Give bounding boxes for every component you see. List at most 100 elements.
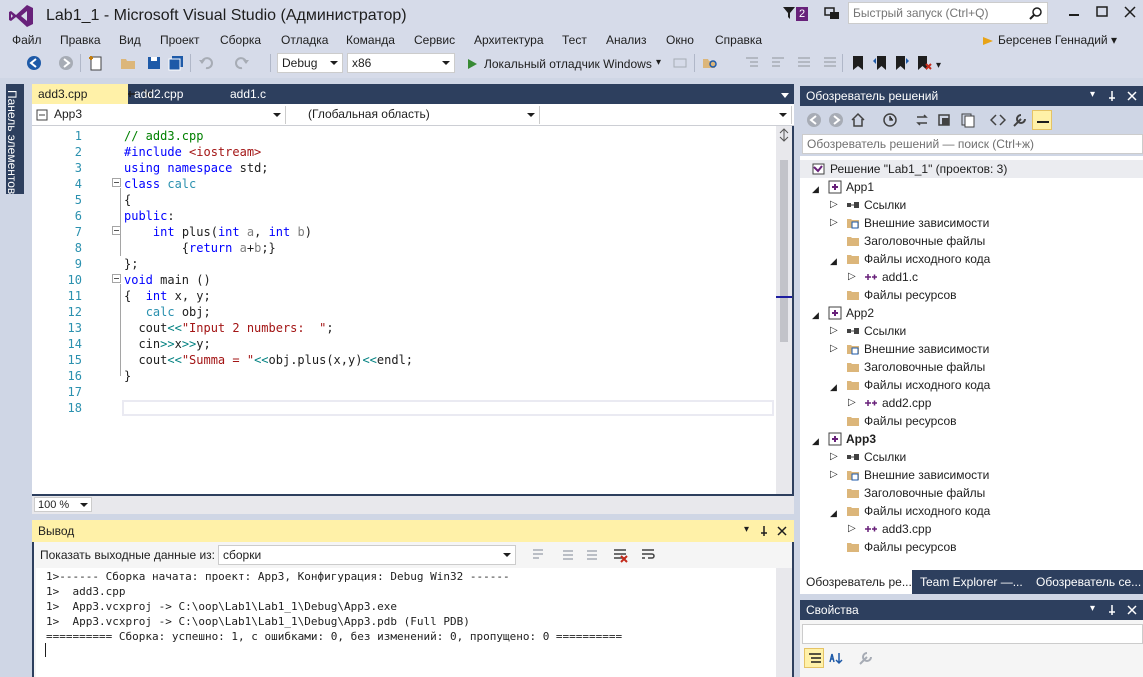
minimize-button[interactable]	[1060, 2, 1088, 22]
collapsed-arrow-icon[interactable]: ▷	[830, 340, 838, 358]
save-icon[interactable]	[146, 55, 162, 71]
collapsed-arrow-icon[interactable]: ▷	[830, 196, 838, 214]
output-vertical-scrollbar[interactable]	[776, 568, 792, 677]
browse-link-icon[interactable]	[672, 55, 688, 71]
forward-icon[interactable]	[828, 112, 844, 128]
tree-folder[interactable]: ▷ Ссылки	[800, 322, 1143, 340]
menu-test[interactable]: Тест	[562, 33, 587, 47]
tree-folder[interactable]: Заголовочные файлы	[800, 232, 1143, 250]
outdent-icon[interactable]	[770, 55, 786, 71]
auto-hide-pin-icon[interactable]	[758, 525, 770, 537]
project-node-app3[interactable]: ◢ App3	[800, 430, 1143, 448]
tree-folder[interactable]: Файлы ресурсов	[800, 286, 1143, 304]
output-source-select[interactable]: сборки	[218, 545, 516, 565]
tree-folder[interactable]: ◢ Файлы исходного кода	[800, 502, 1143, 520]
user-account-menu[interactable]: Берсенев Геннадий ▾	[998, 33, 1117, 47]
notification-count-badge[interactable]: 2	[796, 7, 809, 21]
tree-folder[interactable]: Заголовочные файлы	[800, 358, 1143, 376]
quick-launch-input[interactable]	[849, 3, 1025, 23]
tab-team-explorer[interactable]: Team Explorer —...	[914, 570, 1026, 594]
panel-options-icon[interactable]: ▾	[1090, 603, 1095, 614]
menu-tools[interactable]: Сервис	[414, 33, 455, 47]
scope-select[interactable]: (Глобальная область)	[288, 106, 540, 124]
collapsed-arrow-icon[interactable]: ▷	[830, 448, 838, 466]
tree-folder[interactable]: Заголовочные файлы	[800, 484, 1143, 502]
collapse-class-icon[interactable]	[112, 178, 121, 187]
project-node-app2[interactable]: ◢ App2	[800, 304, 1143, 322]
tab-list-dropdown-icon[interactable]	[780, 90, 790, 100]
close-button[interactable]	[1116, 2, 1143, 22]
properties-object-select[interactable]	[802, 624, 1143, 644]
preview-selected-items-toggle[interactable]	[1032, 110, 1052, 130]
menu-build[interactable]: Сборка	[220, 33, 261, 47]
alphabetical-sort-icon[interactable]	[828, 650, 844, 666]
close-panel-icon[interactable]	[1126, 604, 1138, 616]
clear-bookmarks-icon[interactable]	[916, 55, 932, 71]
member-select[interactable]	[542, 106, 792, 124]
maximize-button[interactable]	[1088, 2, 1116, 22]
menu-window[interactable]: Окно	[666, 33, 694, 47]
tree-folder[interactable]: ▷ Ссылки	[800, 196, 1143, 214]
show-all-files-icon[interactable]	[960, 112, 976, 128]
editor-scroll-thumb[interactable]	[780, 160, 788, 342]
uncomment-icon[interactable]	[822, 55, 838, 71]
sync-with-document-icon[interactable]	[914, 112, 930, 128]
tree-folder[interactable]: ▷ Ссылки	[800, 448, 1143, 466]
tab-add2-cpp[interactable]: add2.cpp	[128, 84, 224, 104]
solution-node[interactable]: Решение "Lab1_1" (проектов: 3)	[800, 160, 1143, 178]
horizontal-scrollbar[interactable]	[32, 496, 794, 514]
collapsed-arrow-icon[interactable]: ▷	[848, 268, 856, 286]
categorized-view-toggle[interactable]	[804, 648, 824, 668]
menu-edit[interactable]: Правка	[60, 33, 101, 47]
collapsed-arrow-icon[interactable]: ▷	[848, 520, 856, 538]
tree-file[interactable]: ▷ add2.cpp	[800, 394, 1143, 412]
bookmark-icon[interactable]	[850, 55, 866, 71]
solution-configuration-select[interactable]: Debug	[277, 53, 343, 73]
tree-folder[interactable]: ◢ Файлы исходного кода	[800, 250, 1143, 268]
tab-add3-cpp[interactable]: add3.cpp	[32, 84, 128, 104]
menu-team[interactable]: Команда	[346, 33, 395, 47]
project-node-app1[interactable]: ◢ App1	[800, 178, 1143, 196]
tree-folder[interactable]: Файлы ресурсов	[800, 538, 1143, 556]
panel-options-icon[interactable]: ▾	[1090, 89, 1095, 100]
solution-platform-select[interactable]: x86	[347, 53, 455, 73]
undo-icon[interactable]	[198, 55, 214, 71]
tree-folder[interactable]: ◢ Файлы исходного кода	[800, 376, 1143, 394]
open-file-icon[interactable]	[120, 55, 136, 71]
close-panel-icon[interactable]	[1126, 90, 1138, 102]
tab-solution-explorer[interactable]: Обозреватель ре...	[800, 570, 912, 594]
back-icon[interactable]	[806, 112, 822, 128]
view-code-icon[interactable]	[990, 112, 1006, 128]
tree-folder[interactable]: ▷ Внешние зависимости	[800, 466, 1143, 484]
tree-folder[interactable]: Файлы ресурсов	[800, 412, 1143, 430]
navigate-forward-icon[interactable]	[58, 55, 74, 71]
notifications-flag-icon[interactable]	[782, 6, 796, 20]
next-message-icon[interactable]	[584, 547, 600, 563]
home-icon[interactable]	[850, 112, 866, 128]
tab-add1-c[interactable]: add1.c	[224, 84, 320, 104]
pending-changes-filter-icon[interactable]	[882, 112, 898, 128]
comment-icon[interactable]	[796, 55, 812, 71]
navigate-back-icon[interactable]	[26, 55, 42, 71]
tab-server-explorer[interactable]: Обозреватель се...	[1030, 570, 1143, 594]
auto-hide-pin-icon[interactable]	[1106, 604, 1118, 616]
find-in-files-icon[interactable]	[702, 55, 718, 71]
tree-folder[interactable]: ▷ Внешние зависимости	[800, 340, 1143, 358]
next-bookmark-icon[interactable]	[894, 55, 910, 71]
find-message-icon[interactable]	[530, 547, 546, 563]
menu-analyze[interactable]: Анализ	[606, 33, 647, 47]
indent-icon[interactable]	[744, 55, 760, 71]
previous-bookmark-icon[interactable]	[872, 55, 888, 71]
word-wrap-icon[interactable]	[640, 547, 656, 563]
menu-file[interactable]: Файл	[12, 33, 42, 47]
zoom-select[interactable]: 100 %	[34, 497, 92, 512]
code-editor[interactable]: 1 2 3 4 5 6 7 8 9 10 11 12 13 14 15 16 17 18 // add3.cpp #…	[32, 126, 776, 494]
tree-file[interactable]: ▷ add3.cpp	[800, 520, 1143, 538]
menu-help[interactable]: Справка	[715, 33, 762, 47]
clear-all-icon[interactable]	[612, 547, 628, 563]
menu-debug[interactable]: Отладка	[281, 33, 328, 47]
collapse-method-icon[interactable]	[112, 226, 121, 235]
collapsed-arrow-icon[interactable]: ▷	[848, 394, 856, 412]
auto-hide-pin-icon[interactable]	[1106, 90, 1118, 102]
tree-file[interactable]: ▷ add1.c	[800, 268, 1143, 286]
